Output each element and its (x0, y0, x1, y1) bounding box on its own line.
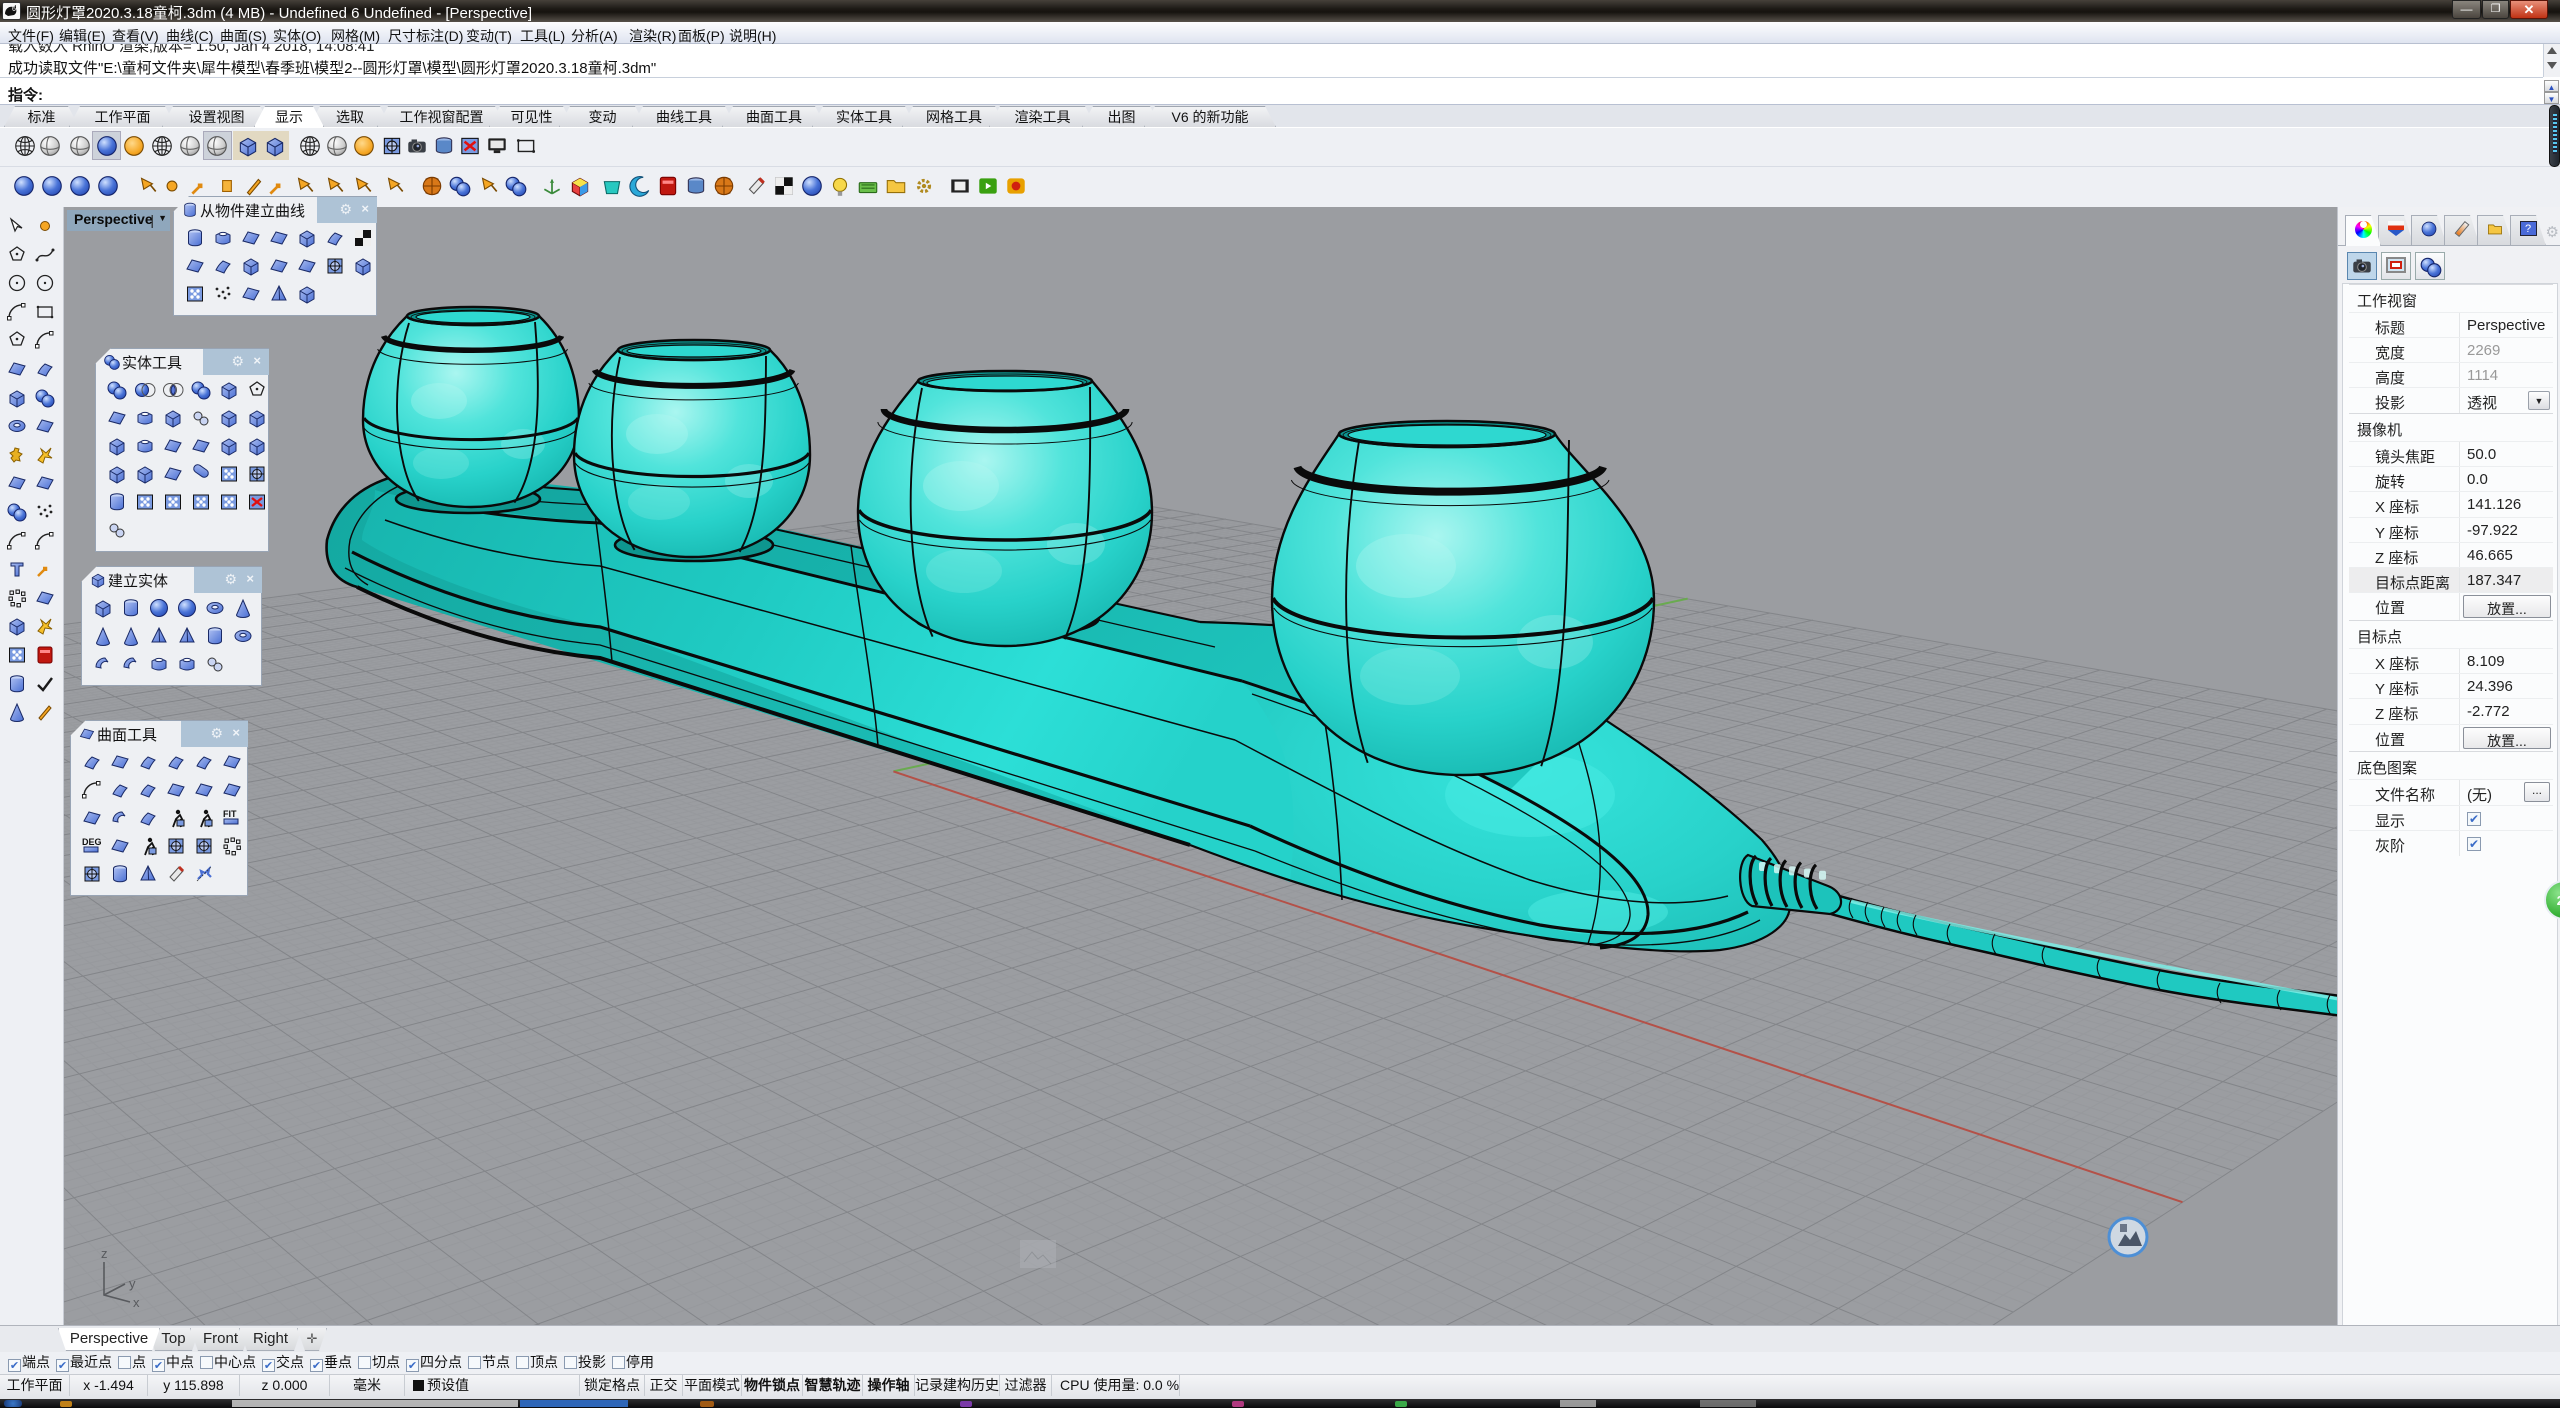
svg-text:z: z (101, 1246, 108, 1261)
svg-text:x: x (133, 1295, 140, 1310)
svg-text:6: 6 (12, 6, 16, 13)
svg-text:y: y (129, 1276, 136, 1291)
